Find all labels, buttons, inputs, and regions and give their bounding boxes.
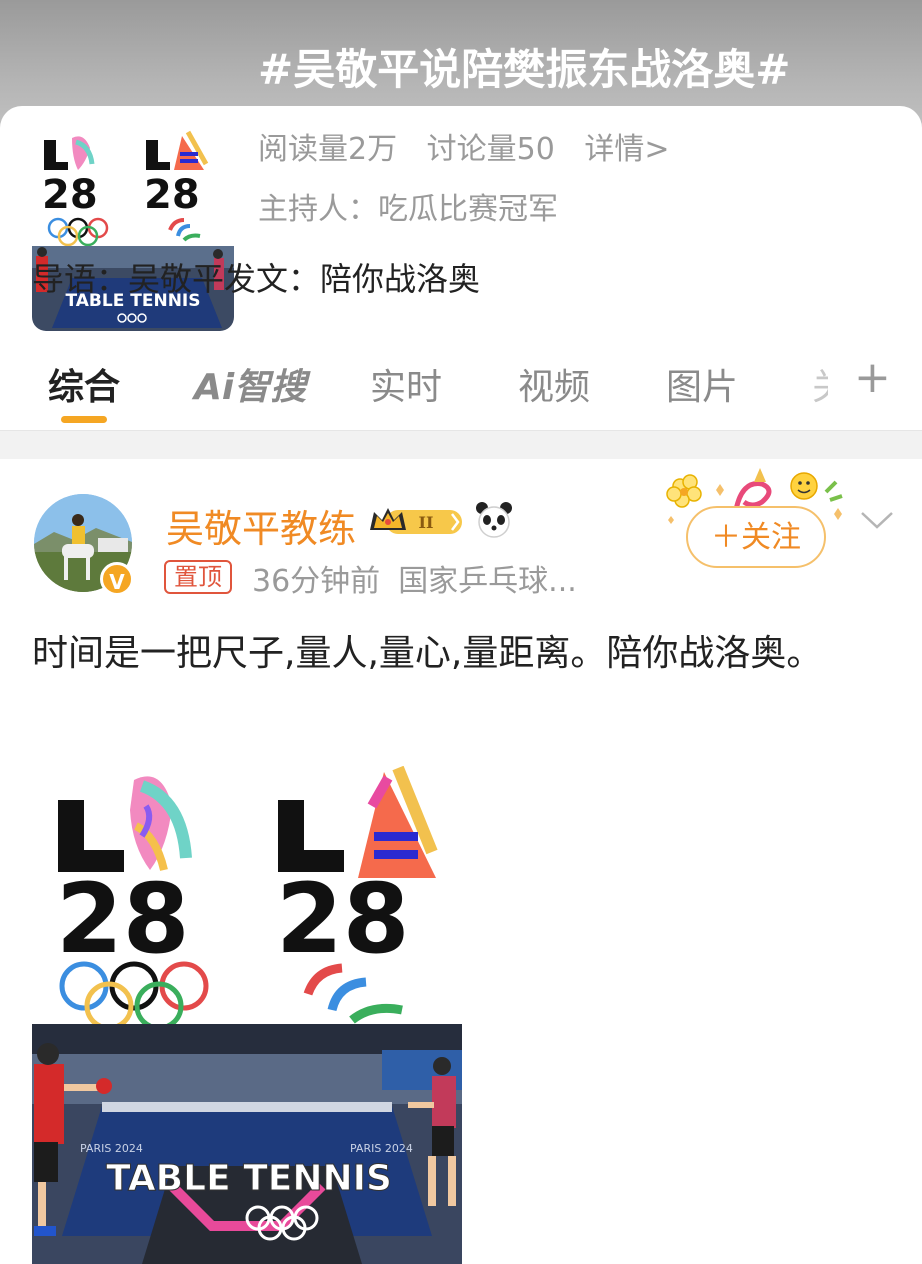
post-image[interactable]: 28 28 PARIS 2024 PARIS 2024 TABLE TENNIS (32, 766, 462, 1264)
member-level: II (419, 513, 434, 532)
section-divider (0, 430, 922, 459)
active-tab-indicator (61, 416, 107, 423)
image-watermark-right: PARIS 2024 (350, 1142, 413, 1155)
panda-icon (476, 502, 512, 538)
chevron-down-icon[interactable] (860, 510, 894, 530)
verified-icon: V (100, 562, 134, 596)
post-text: 时间是一把尺子,量人,量心,量距离。陪你战洛奥。 (32, 633, 823, 674)
tab-images[interactable]: 图片 (666, 358, 738, 410)
details-link[interactable]: 详情> (584, 132, 669, 167)
post-source[interactable]: 国家乒乓球... (398, 564, 577, 599)
logo-28-left: 28 (56, 863, 190, 975)
image-watermark-left: PARIS 2024 (80, 1142, 143, 1155)
image-caption: TABLE TENNIS (106, 1158, 392, 1199)
pinned-badge: 置顶 (164, 560, 232, 594)
svg-text:28: 28 (42, 172, 98, 218)
tab-overflow[interactable]: 关 (812, 358, 828, 410)
follow-button[interactable]: ＋关注 (686, 506, 826, 568)
topic-title: #吴敬平说陪樊振东战洛奥# (258, 45, 791, 94)
tab-ai-search[interactable]: Ai智搜 (194, 358, 306, 410)
topic-stats: 阅读量2万 讨论量50 详情> (258, 124, 690, 168)
tab-video[interactable]: 视频 (518, 358, 590, 410)
logo-28-right: 28 (276, 863, 410, 975)
read-count: 阅读量2万 (258, 132, 398, 167)
svg-text:28: 28 (144, 172, 200, 218)
tab-general[interactable]: 综合 (48, 358, 120, 410)
post-meta: 36分钟前 国家乒乓球... (252, 556, 577, 600)
post-time: 36分钟前 (252, 564, 381, 599)
tab-realtime[interactable]: 实时 (370, 358, 442, 410)
tab-bar: 综合 Ai智搜 实时 视频 图片 关 + (0, 344, 922, 430)
topic-thumbnail[interactable]: 28 28 TABLE TENNIS (32, 128, 234, 331)
plus-icon[interactable]: + (854, 352, 891, 403)
author-name[interactable]: 吴敬平教练 (166, 498, 356, 553)
la28-table-tennis-thumbnail: 28 28 TABLE TENNIS (32, 130, 234, 331)
topic-guide: 导语：吴敬平发文：陪你战洛奥 (32, 260, 481, 298)
la28-table-tennis-image: 28 28 PARIS 2024 PARIS 2024 TABLE TENNIS (32, 766, 462, 1264)
crown-badge-icon[interactable]: II (368, 504, 464, 538)
discussion-count: 讨论量50 (426, 132, 555, 167)
topic-host: 主持人：吃瓜比赛冠军 (258, 192, 558, 227)
